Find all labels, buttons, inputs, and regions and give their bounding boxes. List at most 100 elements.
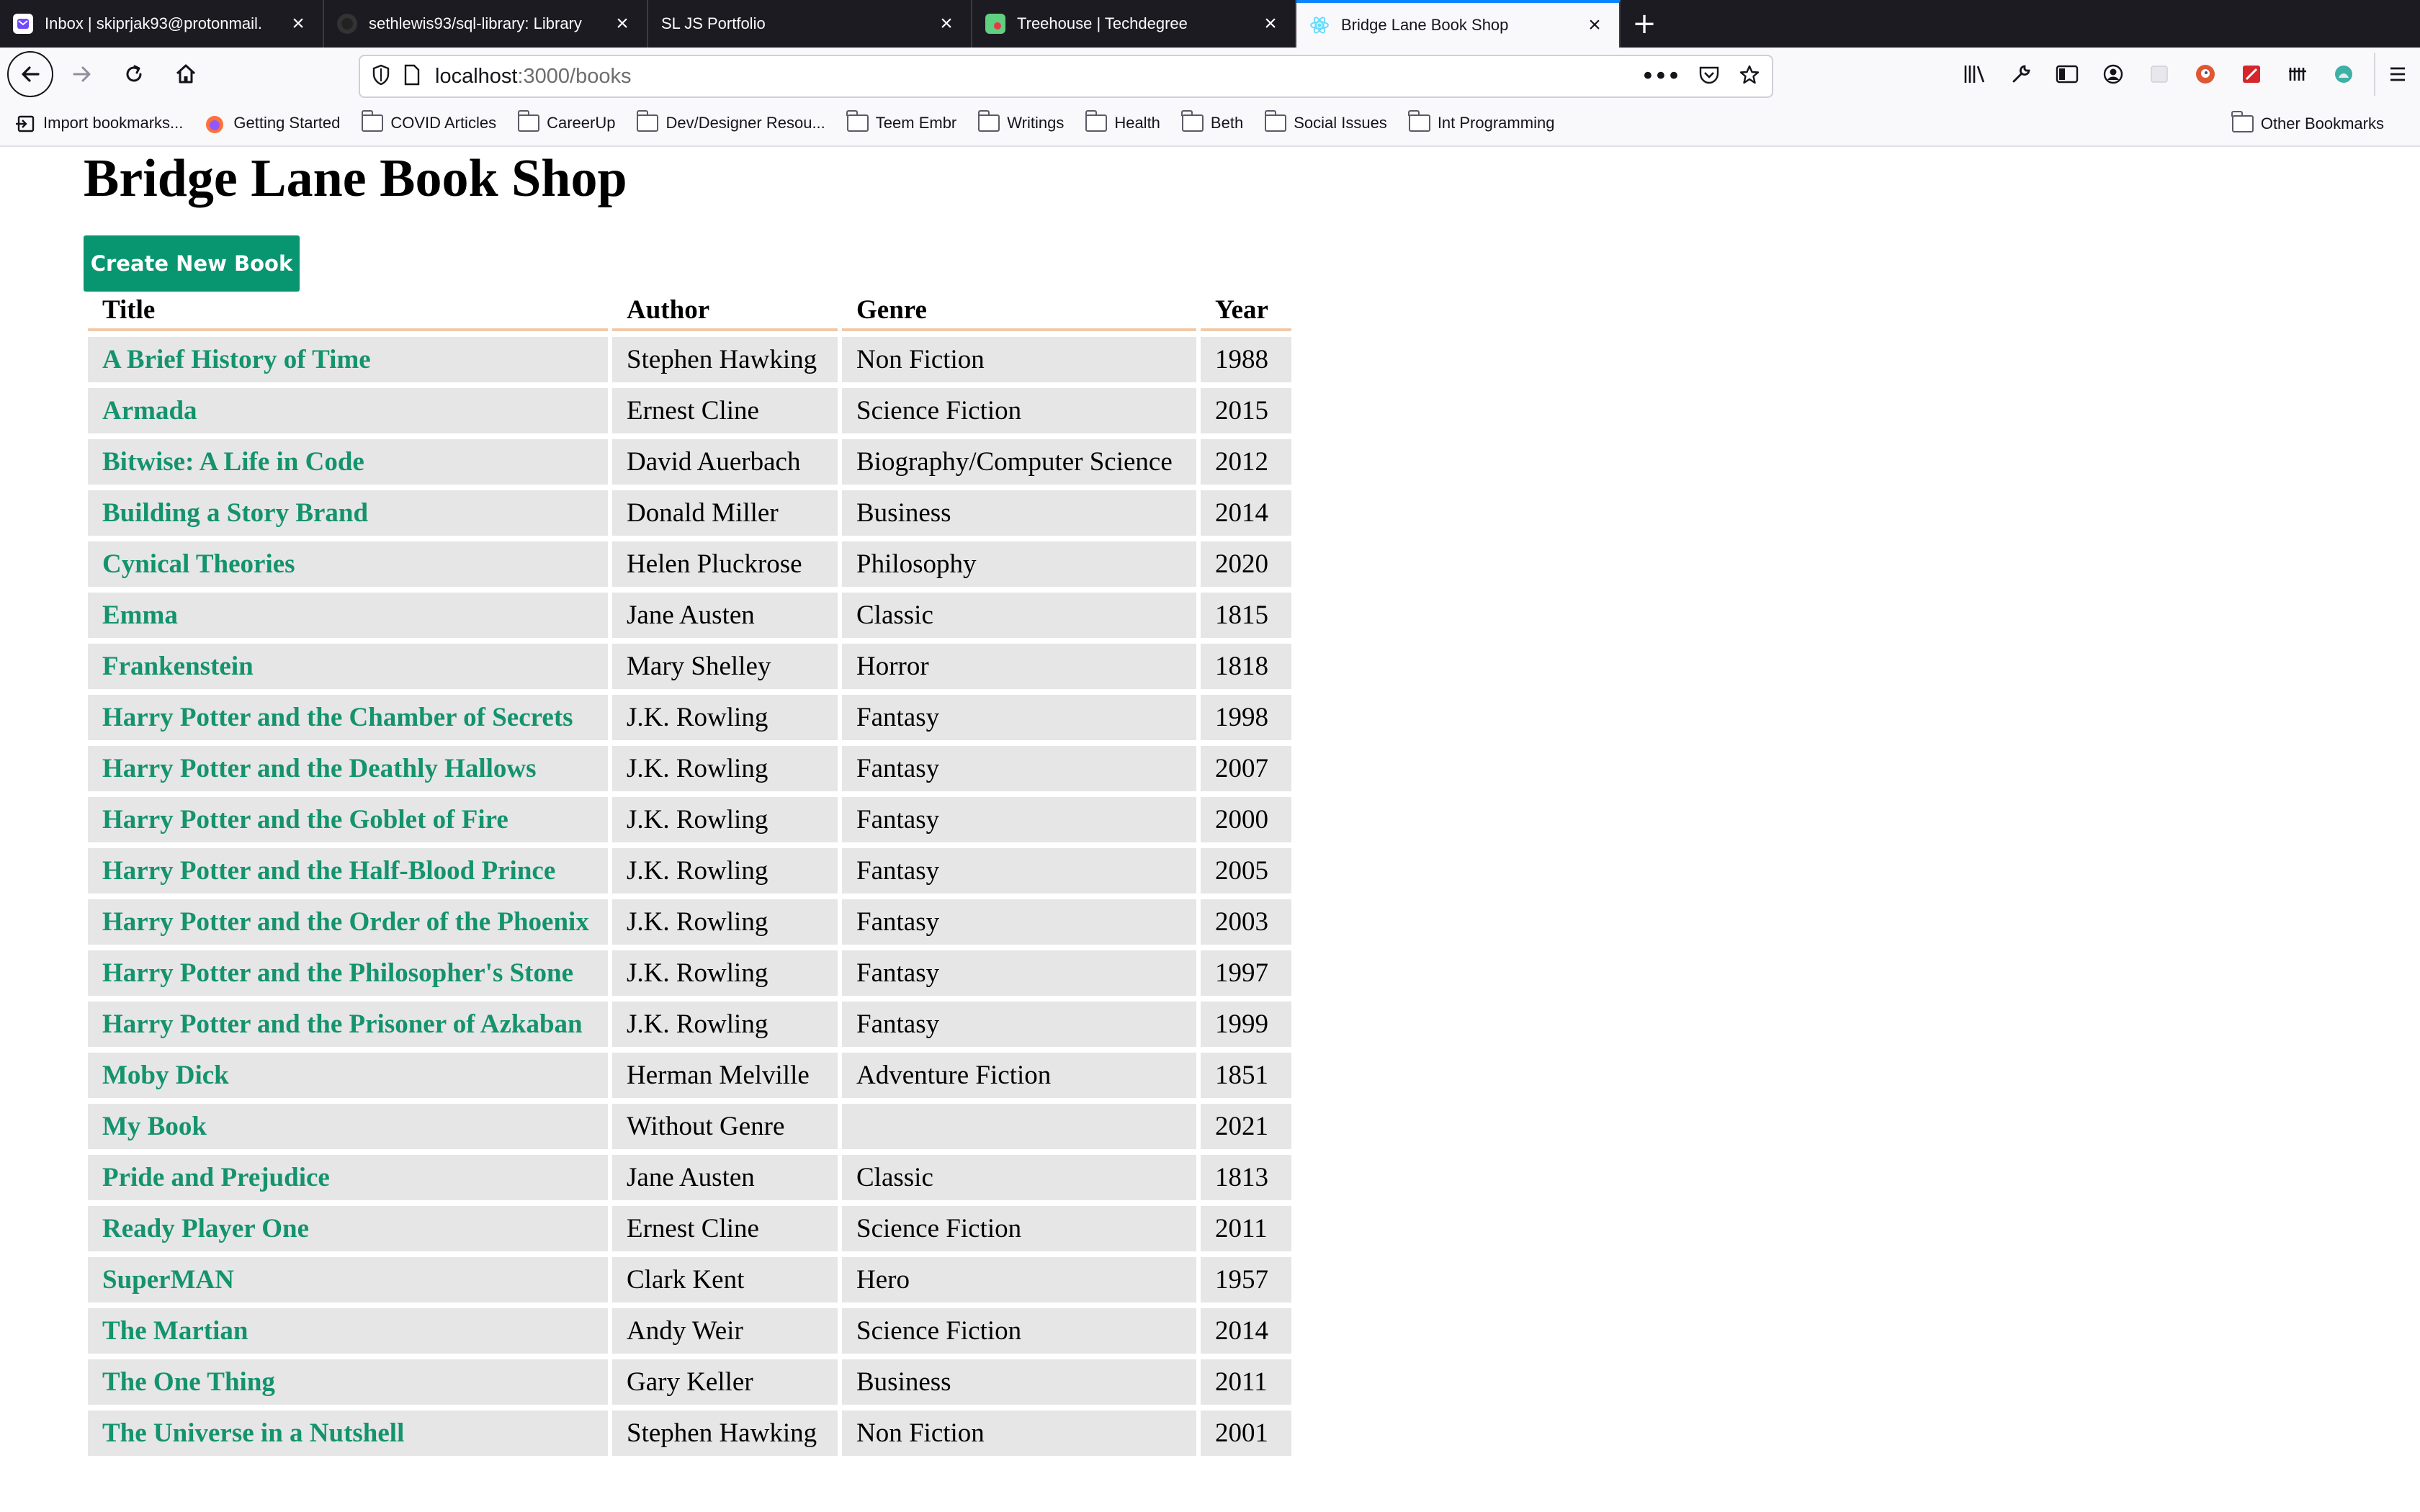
reload-button[interactable] [111,51,157,97]
book-title-link[interactable]: Harry Potter and the Chamber of Secrets [102,703,573,732]
book-title-link[interactable]: Frankenstein [102,652,254,681]
cell-title: Harry Potter and the Goblet of Fire [88,797,608,842]
bookmark-folder-careerup[interactable]: CareerUp [517,110,615,132]
duckduckgo-icon[interactable] [2182,53,2228,96]
extension-placeholder-icon[interactable] [2136,53,2182,96]
cell-title: Moby Dick [88,1053,608,1098]
bookmark-folder-writings[interactable]: Writings [977,110,1065,132]
cell-year: 1851 [1201,1053,1291,1098]
bookmark-label: Social Issues [1294,114,1387,132]
cell-year: 2021 [1201,1104,1291,1149]
close-icon[interactable]: × [936,12,956,36]
tab-title: Bridge Lane Book Shop [1341,16,1509,34]
book-title-link[interactable]: Emma [102,600,178,630]
close-icon[interactable]: × [1260,12,1281,36]
cell-title: Harry Potter and the Order of the Phoeni… [88,899,608,945]
tab-protonmail[interactable]: Inbox | skiprjak93@protonmail. × [0,0,324,48]
tab-github[interactable]: sethlewis93/sql-library: Library × [324,0,648,48]
table-row: Harry Potter and the Goblet of Fire J.K. … [88,797,1291,842]
bookmark-label: Health [1114,114,1160,132]
vpn-extension-icon[interactable] [2321,53,2367,96]
close-icon[interactable]: × [612,12,632,36]
back-button[interactable] [7,51,53,97]
cell-author: J.K. Rowling [612,899,838,945]
book-title-link[interactable]: Harry Potter and the Half-Blood Prince [102,856,555,886]
book-title-link[interactable]: My Book [102,1112,207,1141]
book-title-link[interactable]: The Martian [102,1316,248,1346]
bookmark-folder-beth[interactable]: Beth [1181,110,1244,132]
bookmark-label: Writings [1007,114,1065,132]
book-title-link[interactable]: Harry Potter and the Deathly Hallows [102,754,537,783]
book-title-link[interactable]: Harry Potter and the Order of the Phoeni… [102,907,589,937]
tab-portfolio[interactable]: SL JS Portfolio × [648,0,972,48]
book-title-link[interactable]: Ready Player One [102,1214,309,1243]
bookmark-label: Beth [1210,114,1244,132]
pdf-extension-icon[interactable] [2228,53,2275,96]
toolbar-extension-icon[interactable] [2275,53,2321,96]
close-icon[interactable]: × [1585,13,1605,37]
cell-author: J.K. Rowling [612,797,838,842]
cell-author: Jane Austen [612,1155,838,1200]
other-bookmarks[interactable]: Other Bookmarks [2231,101,2384,147]
bookmark-folder-social-issues[interactable]: Social Issues [1264,110,1387,132]
shield-icon[interactable] [372,64,390,89]
table-row: The Universe in a Nutshell Stephen Hawkin… [88,1410,1291,1456]
book-title-link[interactable]: Moby Dick [102,1061,229,1090]
tab-bookshop[interactable]: Bridge Lane Book Shop × [1296,0,1621,48]
cell-author: Stephen Hawking [612,337,838,382]
cell-year: 2015 [1201,388,1291,433]
folder-icon [517,110,540,132]
cell-year: 1988 [1201,337,1291,382]
account-icon[interactable] [2090,53,2136,96]
more-actions-icon[interactable]: ••• [1641,62,1681,91]
book-title-link[interactable]: A Brief History of Time [102,345,371,374]
book-title-link[interactable]: The One Thing [102,1367,275,1397]
book-title-link[interactable]: Harry Potter and the Philosopher's Stone [102,958,573,988]
cell-year: 2001 [1201,1410,1291,1456]
create-new-book-button[interactable]: Create New Book [84,235,300,292]
book-title-link[interactable]: Cynical Theories [102,549,295,579]
book-title-link[interactable]: Armada [102,396,197,426]
folder-icon [1085,110,1108,132]
cell-author: Jane Austen [612,593,838,638]
book-title-link[interactable]: Pride and Prejudice [102,1163,330,1192]
bookmark-folder-int-programming[interactable]: Int Programming [1408,110,1554,132]
url-text[interactable]: localhost:3000/books [435,65,1641,89]
cell-genre: Non Fiction [842,337,1196,382]
bookmark-folder-covid[interactable]: COVID Articles [361,110,496,132]
book-title-link[interactable]: The Universe in a Nutshell [102,1418,404,1448]
table-row: The Martian Andy Weir Science Fiction 2014 [88,1308,1291,1354]
library-icon[interactable] [1952,53,1998,96]
bookmark-folder-teem-embr[interactable]: Teem Embr [846,110,956,132]
pocket-icon[interactable] [1698,65,1720,88]
url-host: localhost [435,64,518,88]
address-bar[interactable]: localhost:3000/books ••• [359,55,1773,98]
cell-title: Frankenstein [88,644,608,689]
home-button[interactable] [163,51,209,97]
cell-genre: Fantasy [842,1002,1196,1047]
book-title-link[interactable]: Building a Story Brand [102,498,368,528]
new-tab-button[interactable]: + [1621,0,1668,48]
cell-year: 2014 [1201,1308,1291,1354]
book-title-link[interactable]: SuperMAN [102,1265,234,1295]
bookmark-folder-dev-designer[interactable]: Dev/Designer Resou... [636,110,825,132]
cell-year: 1815 [1201,593,1291,638]
cell-title: Building a Story Brand [88,490,608,536]
cell-author: Stephen Hawking [612,1410,838,1456]
forward-button[interactable] [59,51,105,97]
cell-title: Emma [88,593,608,638]
page-info-icon[interactable] [403,64,421,89]
bookmark-folder-health[interactable]: Health [1085,110,1160,132]
book-title-link[interactable]: Harry Potter and the Goblet of Fire [102,805,508,834]
wrench-icon[interactable] [1998,53,2044,96]
book-title-link[interactable]: Harry Potter and the Prisoner of Azkaban [102,1009,583,1039]
table-row: Armada Ernest Cline Science Fiction 2015 [88,388,1291,433]
tab-treehouse[interactable]: Treehouse | Techdegree × [972,0,1296,48]
bookmark-star-icon[interactable] [1739,64,1760,89]
sidebar-icon[interactable] [2044,53,2090,96]
menu-icon[interactable] [2374,53,2420,96]
bookmark-getting-started[interactable]: Getting Started [205,114,340,133]
close-icon[interactable]: × [288,12,308,36]
book-title-link[interactable]: Bitwise: A Life in Code [102,447,364,477]
bookmark-import[interactable]: Import bookmarks... [14,114,183,132]
